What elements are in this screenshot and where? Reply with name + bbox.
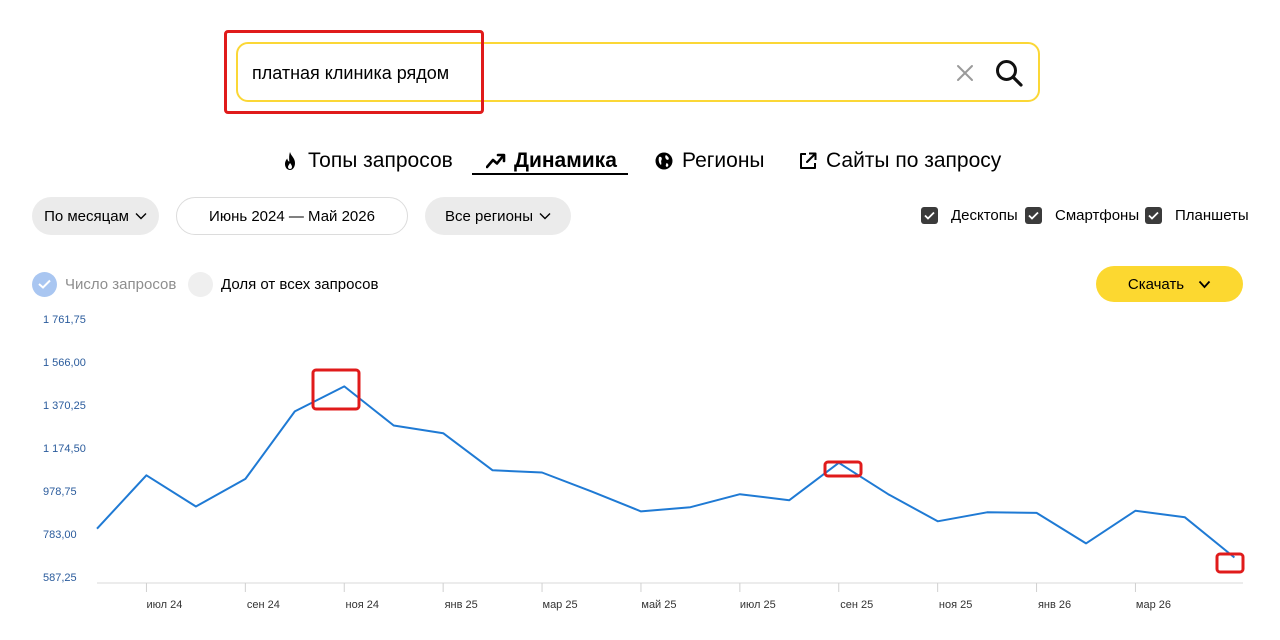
data-points [93,382,1238,561]
data-point[interactable] [1033,509,1041,517]
download-button[interactable]: Скачать [1096,266,1243,302]
x-axis: июл 24 сен 24 ноя 24 янв 25 мар 25 май 25 июл … [145,583,1171,611]
device-tablets-checkbox[interactable]: Планшеты [1145,205,1249,225]
data-point[interactable] [1082,539,1090,547]
y-tick-label: 783,00 [43,529,77,541]
last-point-highlight-box [1215,552,1245,574]
tab-label: Топы запросов [308,149,453,172]
fire-icon [285,152,295,170]
radio-checked-icon [32,271,57,297]
period-dropdown[interactable]: По месяцам [32,197,159,235]
period-label: По месяцам [44,207,129,225]
device-label: Десктопы [951,206,1018,224]
tab-top-queries[interactable]: Топы запросов [280,146,453,176]
region-dropdown[interactable]: Все регионы [425,197,571,235]
globe-icon [655,152,673,170]
data-point[interactable] [983,508,991,516]
metric-share-radio[interactable]: Доля от всех запросов [188,271,378,297]
query-dynamics-chart: 587,25 783,00 978,75 1 174,50 1 370,25 1 566,… [43,314,1245,611]
x-tick-label: янв 25 [445,599,478,611]
data-point[interactable] [736,490,744,498]
x-tick-label: мар 26 [1136,599,1171,611]
data-point[interactable] [1132,507,1140,515]
y-tick-label: 1 761,75 [43,314,86,326]
chevron-down-icon [1198,280,1211,288]
data-point[interactable] [785,496,793,504]
chevron-down-icon [539,213,551,220]
x-tick-label: янв 26 [1038,599,1071,611]
y-tick-label: 978,75 [43,486,77,498]
metric-count-radio[interactable]: Число запросов [32,271,176,297]
trend-up-icon [486,153,506,169]
x-tick-label: ноя 25 [939,599,972,611]
data-point[interactable] [241,475,249,483]
x-tick-label: сен 25 [840,599,873,611]
tab-regions[interactable]: Регионы [654,146,765,176]
external-link-icon [800,152,817,169]
checkbox-checked-icon [1145,206,1162,224]
device-desktops-checkbox[interactable]: Десктопы [921,205,1018,225]
device-label: Планшеты [1175,206,1249,224]
x-tick-label: сен 24 [247,599,280,611]
data-point[interactable] [390,422,398,430]
data-point[interactable] [489,466,497,474]
data-point[interactable] [637,507,645,515]
search-input[interactable] [252,61,932,85]
clear-icon[interactable] [954,62,976,84]
data-point[interactable] [291,407,299,415]
x-tick-label: май 25 [641,599,676,611]
data-point[interactable] [192,503,200,511]
checkbox-checked-icon [1025,206,1042,224]
region-label: Все регионы [445,207,533,225]
x-tick-label: июл 25 [740,599,776,611]
y-axis: 587,25 783,00 978,75 1 174,50 1 370,25 1 566,… [43,314,86,584]
tab-label: Сайты по запросу [826,149,1002,172]
tab-dynamics[interactable]: Динамика [486,146,617,176]
chevron-down-icon [135,213,147,220]
data-point[interactable] [884,490,892,498]
y-tick-label: 1 174,50 [43,443,86,455]
series-line [96,385,1236,559]
download-label: Скачать [1127,275,1185,293]
y-tick-label: 587,25 [43,572,77,584]
data-point[interactable] [588,487,596,495]
date-range-picker[interactable]: Июнь 2024 — Май 2026 [176,197,408,235]
data-point[interactable] [538,469,546,477]
tab-label: Динамика [514,149,617,172]
y-tick-label: 1 370,25 [43,400,86,412]
data-point[interactable] [934,517,942,525]
data-point[interactable] [439,429,447,437]
checkbox-checked-icon [921,206,938,224]
active-tab-underline [472,173,628,175]
metric-label: Число запросов [65,275,177,293]
device-smartphones-checkbox[interactable]: Смартфоны [1025,205,1139,225]
search-icon[interactable] [994,58,1024,88]
tab-sites[interactable]: Сайты по запросу [798,146,1001,176]
radio-unchecked-icon [188,271,213,297]
x-tick-label: ноя 24 [346,599,379,611]
data-point[interactable] [340,382,348,390]
data-point[interactable] [686,503,694,511]
date-range-label: Июнь 2024 — Май 2026 [209,207,375,225]
data-point[interactable] [1181,513,1189,521]
metric-label: Доля от всех запросов [221,275,379,293]
data-point[interactable] [142,471,150,479]
device-label: Смартфоны [1055,206,1140,224]
y-tick-label: 1 566,00 [43,357,86,369]
tab-label: Регионы [682,149,765,172]
x-tick-label: мар 25 [543,599,578,611]
data-point[interactable] [93,525,101,533]
search-bar [236,42,1040,102]
x-tick-label: июл 24 [147,599,183,611]
